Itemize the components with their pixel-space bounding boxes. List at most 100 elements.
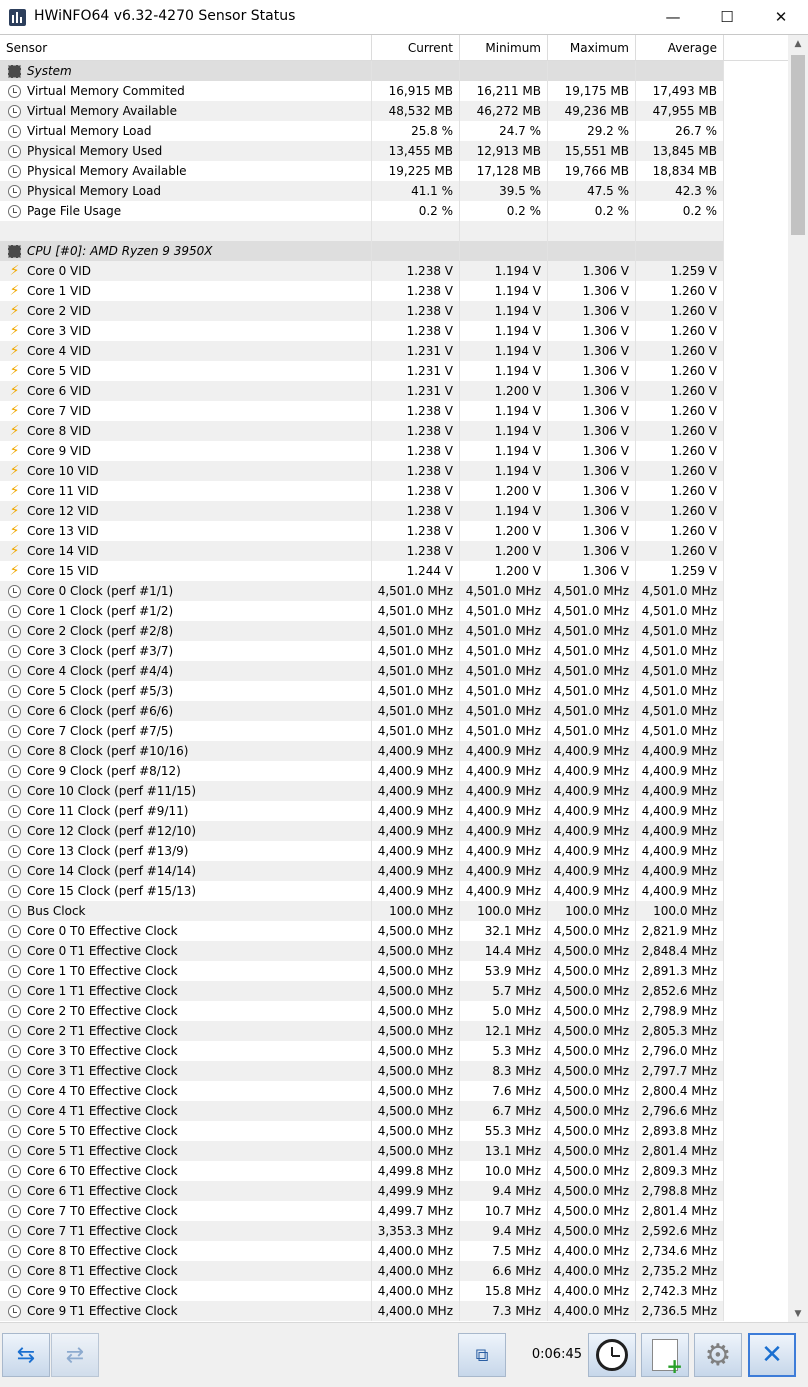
table-row[interactable]: Core 3 Clock (perf #3/7) 4,501.0 MHz 4,501… bbox=[0, 641, 724, 661]
value-max: 1.306 V bbox=[548, 481, 636, 501]
value-cur: 48,532 MB bbox=[372, 101, 460, 121]
table-row[interactable]: Core 4 T0 Effective Clock 4,500.0 MHz 7.6 … bbox=[0, 1081, 724, 1101]
table-row[interactable]: Page File Usage 0.2 % 0.2 % 0.2 % 0.2 % bbox=[0, 201, 724, 221]
table-row[interactable]: Core 3 T0 Effective Clock 4,500.0 MHz 5.3 … bbox=[0, 1041, 724, 1061]
table-row[interactable]: Physical Memory Load 41.1 % 39.5 % 47.5 % 42… bbox=[0, 181, 724, 201]
scroll-thumb[interactable] bbox=[791, 55, 805, 235]
table-row[interactable]: Core 6 T1 Effective Clock 4,499.9 MHz 9.4 … bbox=[0, 1181, 724, 1201]
table-row[interactable]: Core 9 T0 Effective Clock 4,400.0 MHz 15.8… bbox=[0, 1281, 724, 1301]
value-max: 4,500.0 MHz bbox=[548, 1101, 636, 1121]
column-header-average[interactable]: Average bbox=[636, 35, 724, 61]
table-row[interactable]: ⚡ Core 11 VID 1.238 V 1.200 V 1.306 V 1.260 V bbox=[0, 481, 724, 501]
layout-collapse-button[interactable]: ⇄ bbox=[51, 1333, 99, 1377]
table-row[interactable]: ⚡ Core 9 VID 1.238 V 1.194 V 1.306 V 1.260 V bbox=[0, 441, 724, 461]
table-row[interactable]: ⚡ Core 3 VID 1.238 V 1.194 V 1.306 V 1.260 V bbox=[0, 321, 724, 341]
table-row[interactable]: ⚡ Core 8 VID 1.238 V 1.194 V 1.306 V 1.260 V bbox=[0, 421, 724, 441]
table-row[interactable]: Core 1 T0 Effective Clock 4,500.0 MHz 53.9… bbox=[0, 961, 724, 981]
value-cur: 1.238 V bbox=[372, 301, 460, 321]
logging-button[interactable] bbox=[641, 1333, 689, 1378]
column-header-current[interactable]: Current bbox=[372, 35, 460, 61]
table-row[interactable]: Core 4 T1 Effective Clock 4,500.0 MHz 6.7 … bbox=[0, 1101, 724, 1121]
value-cur bbox=[372, 221, 460, 241]
table-row[interactable]: ⚡ Core 14 VID 1.238 V 1.200 V 1.306 V 1.260 V bbox=[0, 541, 724, 561]
table-row[interactable]: ⚡ Core 7 VID 1.238 V 1.194 V 1.306 V 1.260 V bbox=[0, 401, 724, 421]
sensor-label: Core 9 Clock (perf #8/12) bbox=[27, 764, 181, 778]
table-row[interactable]: Core 5 T0 Effective Clock 4,500.0 MHz 55.3… bbox=[0, 1121, 724, 1141]
value-min: 4,400.9 MHz bbox=[460, 741, 548, 761]
table-row[interactable]: Core 15 Clock (perf #15/13) 4,400.9 MHz 4,… bbox=[0, 881, 724, 901]
table-row[interactable]: Core 5 T1 Effective Clock 4,500.0 MHz 13.1… bbox=[0, 1141, 724, 1161]
value-min: 5.0 MHz bbox=[460, 1001, 548, 1021]
table-row[interactable]: Bus Clock 100.0 MHz 100.0 MHz 100.0 MHz 100.… bbox=[0, 901, 724, 921]
table-row[interactable]: Core 6 Clock (perf #6/6) 4,501.0 MHz 4,501… bbox=[0, 701, 724, 721]
scroll-up-button[interactable]: ▲ bbox=[788, 35, 808, 53]
clock-icon bbox=[8, 1304, 21, 1318]
column-header-minimum[interactable]: Minimum bbox=[460, 35, 548, 61]
table-row[interactable]: Core 2 T1 Effective Clock 4,500.0 MHz 12.1… bbox=[0, 1021, 724, 1041]
table-row[interactable]: ⚡ Core 10 VID 1.238 V 1.194 V 1.306 V 1.260 V bbox=[0, 461, 724, 481]
table-row[interactable]: ⚡ Core 6 VID 1.231 V 1.200 V 1.306 V 1.260 V bbox=[0, 381, 724, 401]
table-row[interactable]: ⚡ Core 13 VID 1.238 V 1.200 V 1.306 V 1.260 V bbox=[0, 521, 724, 541]
table-row[interactable]: Virtual Memory Available 48,532 MB 46,272 … bbox=[0, 101, 724, 121]
minimize-button[interactable]: — bbox=[646, 0, 700, 34]
sensor-label: Core 0 T1 Effective Clock bbox=[27, 944, 178, 958]
table-row[interactable]: ⚡ Core 12 VID 1.238 V 1.194 V 1.306 V 1.260 V bbox=[0, 501, 724, 521]
table-row[interactable]: ⚡ Core 4 VID 1.231 V 1.194 V 1.306 V 1.260 V bbox=[0, 341, 724, 361]
table-row[interactable]: Core 8 Clock (perf #10/16) 4,400.9 MHz 4,4… bbox=[0, 741, 724, 761]
table-row[interactable]: Core 8 T0 Effective Clock 4,400.0 MHz 7.5 … bbox=[0, 1241, 724, 1261]
table-row[interactable]: Core 2 Clock (perf #2/8) 4,501.0 MHz 4,501… bbox=[0, 621, 724, 641]
table-row[interactable]: Core 3 T1 Effective Clock 4,500.0 MHz 8.3 … bbox=[0, 1061, 724, 1081]
settings-button[interactable]: ⚙ bbox=[694, 1333, 742, 1377]
table-row[interactable]: Core 13 Clock (perf #13/9) 4,400.9 MHz 4,4… bbox=[0, 841, 724, 861]
scroll-down-button[interactable]: ▼ bbox=[788, 1305, 808, 1322]
value-max: 4,500.0 MHz bbox=[548, 1221, 636, 1241]
table-row[interactable]: ⚡ Core 0 VID 1.238 V 1.194 V 1.306 V 1.259 V bbox=[0, 261, 724, 281]
table-row[interactable]: Core 1 T1 Effective Clock 4,500.0 MHz 5.7 … bbox=[0, 981, 724, 1001]
sensor-name-cell: Page File Usage bbox=[0, 201, 372, 221]
table-row[interactable]: Core 8 T1 Effective Clock 4,400.0 MHz 6.6 … bbox=[0, 1261, 724, 1281]
table-row[interactable]: Core 4 Clock (perf #4/4) 4,501.0 MHz 4,501… bbox=[0, 661, 724, 681]
maximize-button[interactable]: ☐ bbox=[700, 0, 754, 34]
sensor-label: Virtual Memory Load bbox=[27, 124, 152, 138]
table-row[interactable]: Core 7 Clock (perf #7/5) 4,501.0 MHz 4,501… bbox=[0, 721, 724, 741]
table-row[interactable]: Virtual Memory Load 25.8 % 24.7 % 29.2 % 26.… bbox=[0, 121, 724, 141]
clock-icon bbox=[8, 804, 21, 818]
table-row[interactable]: Core 0 T1 Effective Clock 4,500.0 MHz 14.4… bbox=[0, 941, 724, 961]
table-row[interactable]: Core 14 Clock (perf #14/14) 4,400.9 MHz 4,… bbox=[0, 861, 724, 881]
table-row[interactable]: Physical Memory Used 13,455 MB 12,913 MB 15… bbox=[0, 141, 724, 161]
sensor-group-row[interactable]: CPU [#0]: AMD Ryzen 9 3950X bbox=[0, 241, 724, 261]
sensor-name-cell: Core 11 Clock (perf #9/11) bbox=[0, 801, 372, 821]
table-row[interactable]: Core 1 Clock (perf #1/2) 4,501.0 MHz 4,501… bbox=[0, 601, 724, 621]
table-row[interactable]: Core 10 Clock (perf #11/15) 4,400.9 MHz 4,… bbox=[0, 781, 724, 801]
sensor-group-row[interactable]: System bbox=[0, 61, 724, 81]
table-row[interactable]: Core 7 T1 Effective Clock 3,353.3 MHz 9.4 … bbox=[0, 1221, 724, 1241]
column-header-maximum[interactable]: Maximum bbox=[548, 35, 636, 61]
table-row[interactable]: Core 2 T0 Effective Clock 4,500.0 MHz 5.0 … bbox=[0, 1001, 724, 1021]
table-row[interactable]: Physical Memory Available 19,225 MB 17,128… bbox=[0, 161, 724, 181]
value-avg: 4,400.9 MHz bbox=[636, 861, 724, 881]
table-row[interactable]: Core 6 T0 Effective Clock 4,499.8 MHz 10.0… bbox=[0, 1161, 724, 1181]
table-row[interactable]: Core 5 Clock (perf #5/3) 4,501.0 MHz 4,501… bbox=[0, 681, 724, 701]
layout-toggle-button[interactable]: ⇆ bbox=[2, 1333, 50, 1377]
table-row[interactable]: Core 11 Clock (perf #9/11) 4,400.9 MHz 4,4… bbox=[0, 801, 724, 821]
close-window-button[interactable]: ✕ bbox=[754, 0, 808, 34]
vertical-scrollbar[interactable]: ▲ ▼ bbox=[788, 35, 808, 1322]
value-avg: 1.260 V bbox=[636, 381, 724, 401]
table-row[interactable]: Virtual Memory Commited 16,915 MB 16,211 M… bbox=[0, 81, 724, 101]
table-row[interactable]: Core 9 T1 Effective Clock 4,400.0 MHz 7.3 … bbox=[0, 1301, 724, 1321]
exit-button[interactable]: ✕ bbox=[748, 1333, 796, 1377]
table-row[interactable]: ⚡ Core 5 VID 1.231 V 1.194 V 1.306 V 1.260 V bbox=[0, 361, 724, 381]
table-row[interactable]: ⚡ Core 1 VID 1.238 V 1.194 V 1.306 V 1.260 V bbox=[0, 281, 724, 301]
column-header-sensor[interactable]: Sensor bbox=[0, 35, 372, 61]
network-button[interactable]: ⧉ bbox=[458, 1333, 506, 1377]
table-row[interactable]: ⚡ Core 2 VID 1.238 V 1.194 V 1.306 V 1.260 V bbox=[0, 301, 724, 321]
table-row[interactable]: Core 7 T0 Effective Clock 4,499.7 MHz 10.7… bbox=[0, 1201, 724, 1221]
value-cur: 4,400.9 MHz bbox=[372, 801, 460, 821]
voltage-icon: ⚡ bbox=[9, 462, 20, 479]
table-row[interactable]: Core 0 T0 Effective Clock 4,500.0 MHz 32.1… bbox=[0, 921, 724, 941]
table-row[interactable]: Core 9 Clock (perf #8/12) 4,400.9 MHz 4,40… bbox=[0, 761, 724, 781]
table-row[interactable]: ⚡ Core 15 VID 1.244 V 1.200 V 1.306 V 1.259 V bbox=[0, 561, 724, 581]
table-row[interactable]: Core 0 Clock (perf #1/1) 4,501.0 MHz 4,501… bbox=[0, 581, 724, 601]
reset-timer-button[interactable] bbox=[588, 1333, 636, 1377]
table-row[interactable]: Core 12 Clock (perf #12/10) 4,400.9 MHz 4,… bbox=[0, 821, 724, 841]
